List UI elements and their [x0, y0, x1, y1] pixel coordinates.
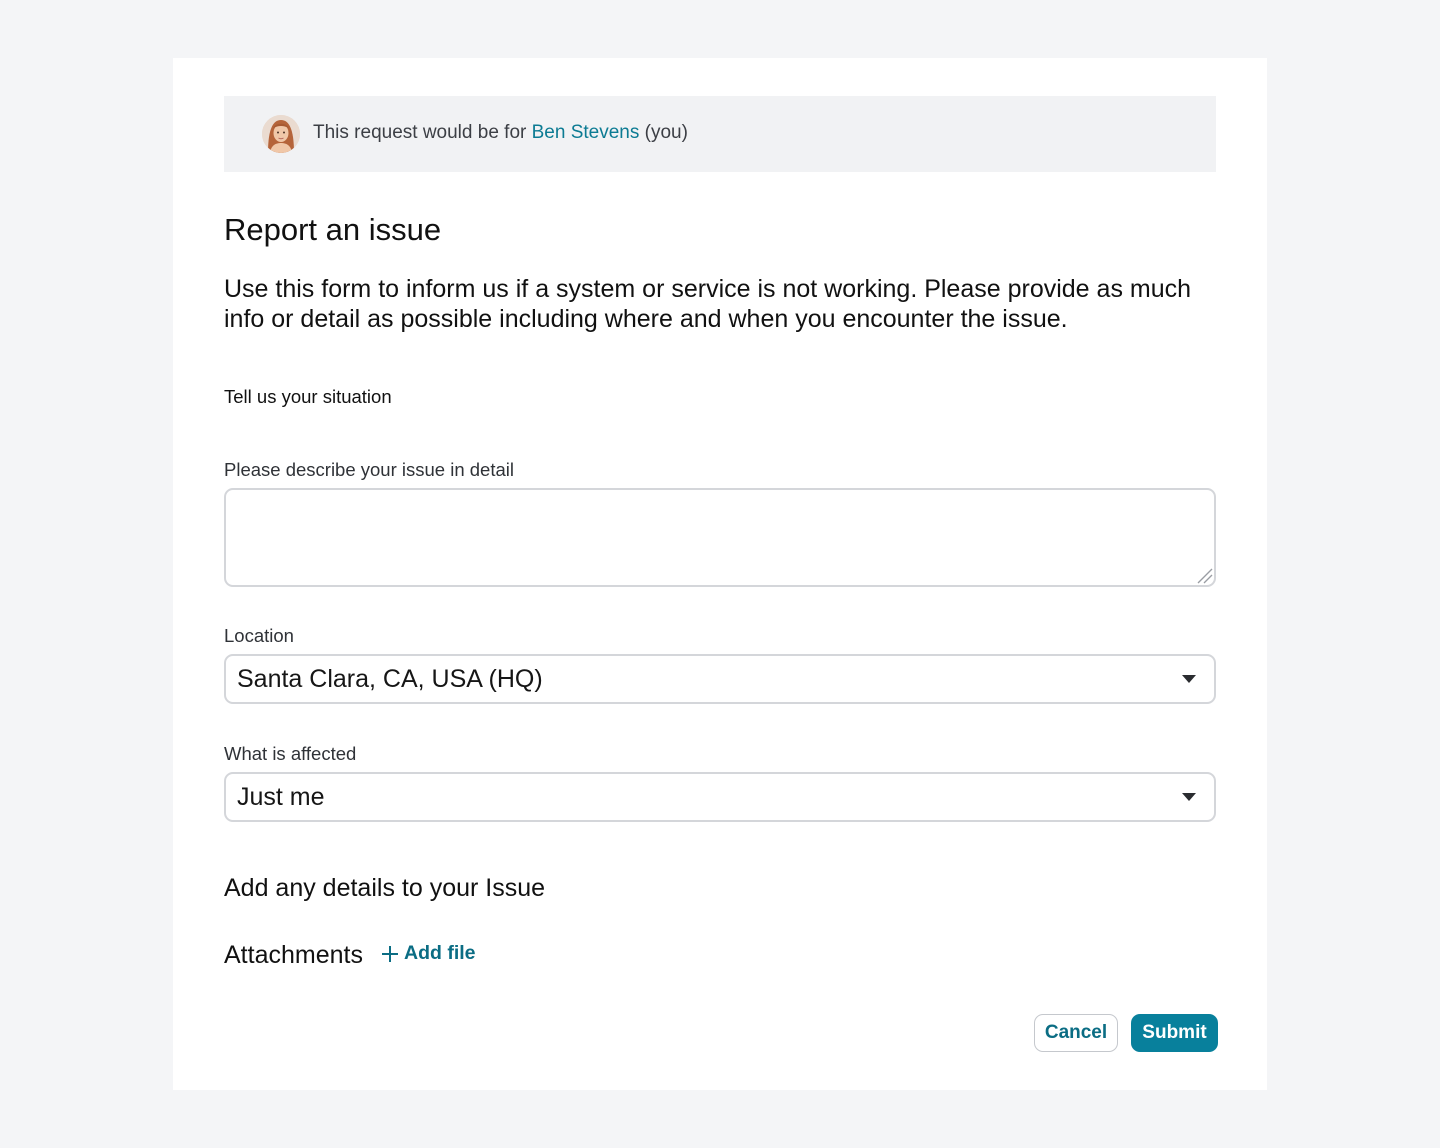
user-avatar-icon: [262, 115, 300, 153]
affected-select-value: Just me: [237, 783, 325, 811]
details-heading: Add any details to your Issue: [224, 874, 546, 902]
request-form-card: This request would be for Ben Stevens (y…: [173, 58, 1267, 1090]
cancel-button[interactable]: Cancel: [1034, 1014, 1118, 1052]
attachments-label: Attachments: [224, 941, 363, 969]
affected-select[interactable]: Just me: [224, 772, 1216, 822]
page-title: Report an issue: [224, 212, 442, 247]
submit-button[interactable]: Submit: [1131, 1014, 1218, 1052]
requester-prefix: This request would be for: [313, 122, 532, 143]
chevron-down-icon: [1182, 675, 1196, 683]
requester-suffix: (you): [639, 122, 688, 143]
location-select-value: Santa Clara, CA, USA (HQ): [237, 665, 543, 693]
affected-label: What is affected: [224, 743, 357, 764]
describe-issue-textarea[interactable]: [224, 488, 1216, 587]
describe-issue-label: Please describe your issue in detail: [224, 459, 514, 480]
add-file-label: Add file: [404, 942, 476, 964]
section-label: Tell us your situation: [224, 386, 392, 407]
requester-banner: This request would be for Ben Stevens (y…: [224, 96, 1216, 172]
requester-text: This request would be for Ben Stevens (y…: [313, 122, 688, 144]
location-select[interactable]: Santa Clara, CA, USA (HQ): [224, 654, 1216, 704]
location-label: Location: [224, 625, 294, 646]
add-file-button[interactable]: Add file: [382, 942, 476, 965]
requester-name-link[interactable]: Ben Stevens: [532, 122, 640, 143]
avatar: [262, 115, 300, 153]
form-description: Use this form to inform us if a system o…: [224, 275, 1192, 333]
plus-icon: [382, 945, 398, 962]
chevron-down-icon: [1182, 793, 1196, 801]
resize-grip-icon[interactable]: [1194, 565, 1214, 585]
